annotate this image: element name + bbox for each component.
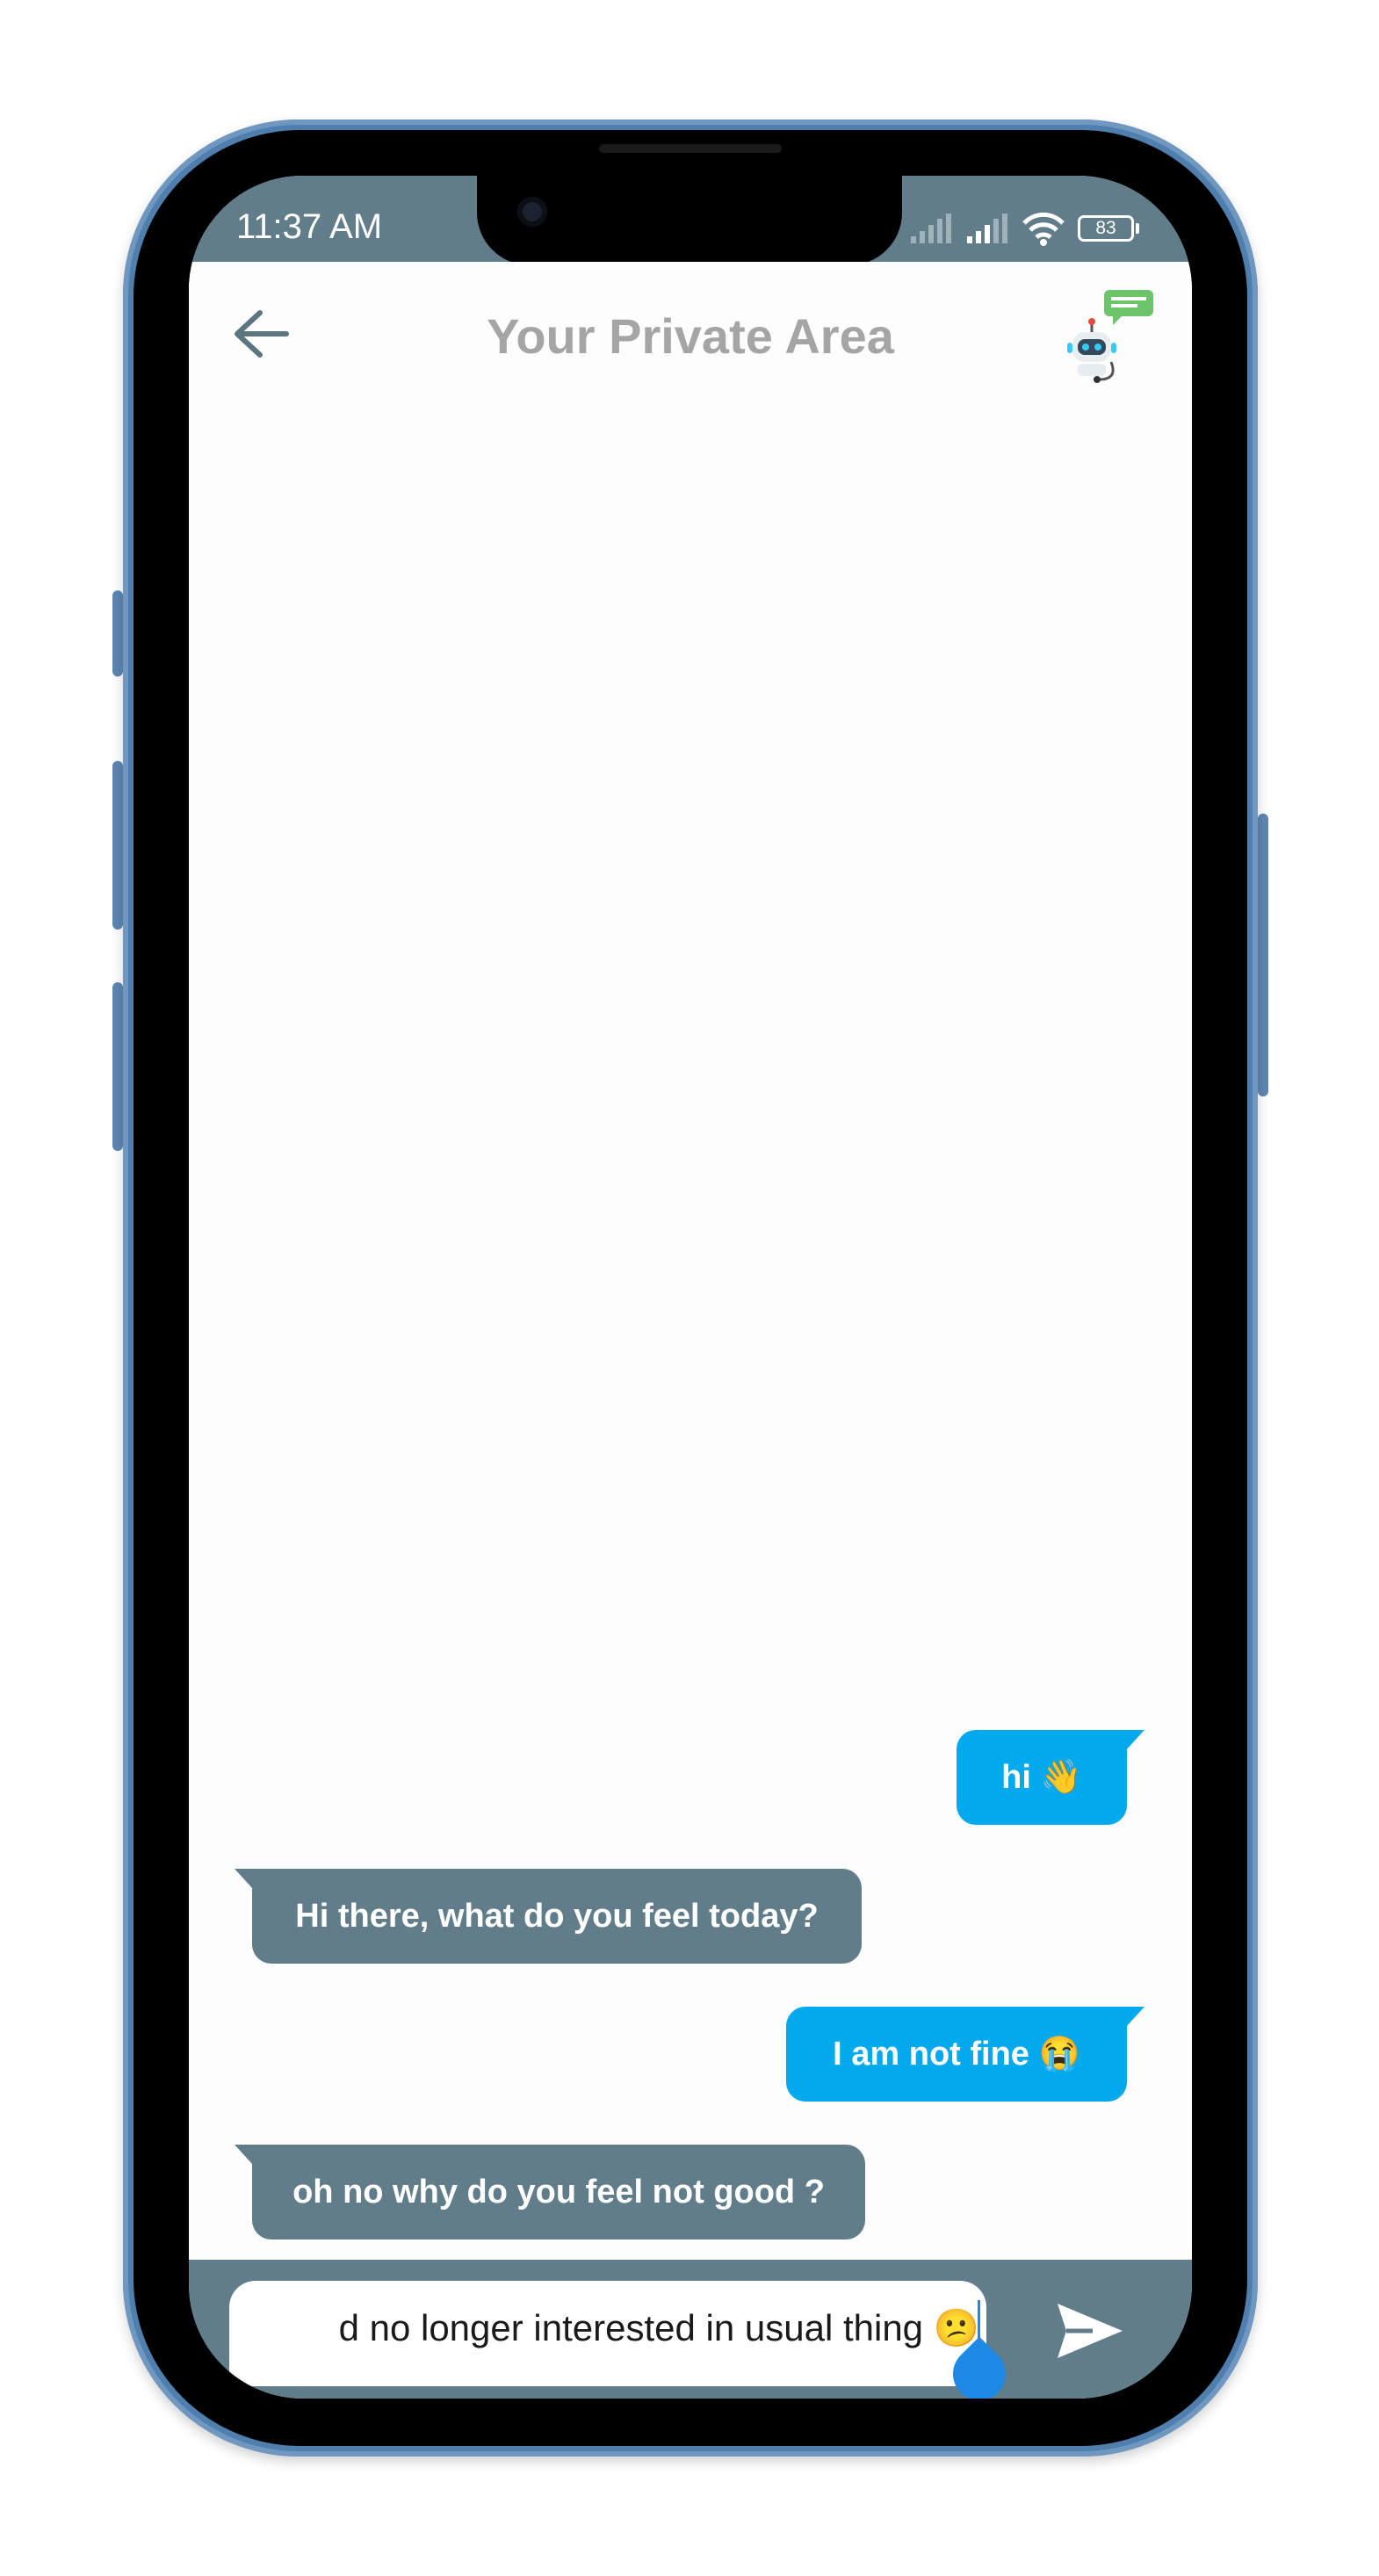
mute-switch [112,590,123,677]
message-text: oh no why do you feel not good ? [292,2173,825,2211]
user-message: hi 👋 [957,1730,1127,1825]
message-text: I am not fine 😭 [833,2036,1080,2073]
message-input[interactable]: d no longer interested in usual thing 😕 [229,2281,986,2386]
earpiece-speaker [599,144,782,153]
app-bar: Your Private Area [189,262,1192,394]
volume-down-button [112,982,123,1151]
message-input-value: d no longer interested in usual thing 😕 [338,2307,979,2348]
bubble-tail [235,1869,271,1909]
signal-icon [967,213,1007,243]
signal-icon [911,213,951,243]
front-camera [517,197,547,227]
message-text: hi 👋 [1001,1759,1082,1796]
status-time: 11:37 AM [236,207,383,246]
composer-bar: d no longer interested in usual thing 😕 [189,2260,1192,2399]
power-button [1258,814,1268,1096]
volume-up-button [112,761,123,930]
bubble-tail [1108,1730,1144,1770]
message-text: Hi there, what do you feel today? [295,1897,819,1935]
user-message: I am not fine 😭 [786,2007,1127,2102]
page-title: Your Private Area [487,308,894,364]
camera-notch [477,176,902,265]
bot-message: Hi there, what do you feel today? [252,1869,862,1964]
wifi-icon [1022,212,1065,246]
bubble-tail [235,2145,271,2185]
send-icon[interactable] [1054,2300,1126,2362]
status-icons: 83 [909,211,1139,246]
battery-icon: 83 [1078,215,1139,242]
chat-area: hi 👋 Hi there, what do you feel today? I… [189,394,1192,2260]
battery-level: 83 [1095,218,1116,238]
chatbot-icon[interactable] [1055,288,1160,385]
bot-message: oh no why do you feel not good ? [252,2145,865,2240]
bubble-tail [1108,2007,1144,2047]
phone-screen: 11:37 AM 83 Your Private Area hi 👋 Hi th… [189,176,1192,2399]
